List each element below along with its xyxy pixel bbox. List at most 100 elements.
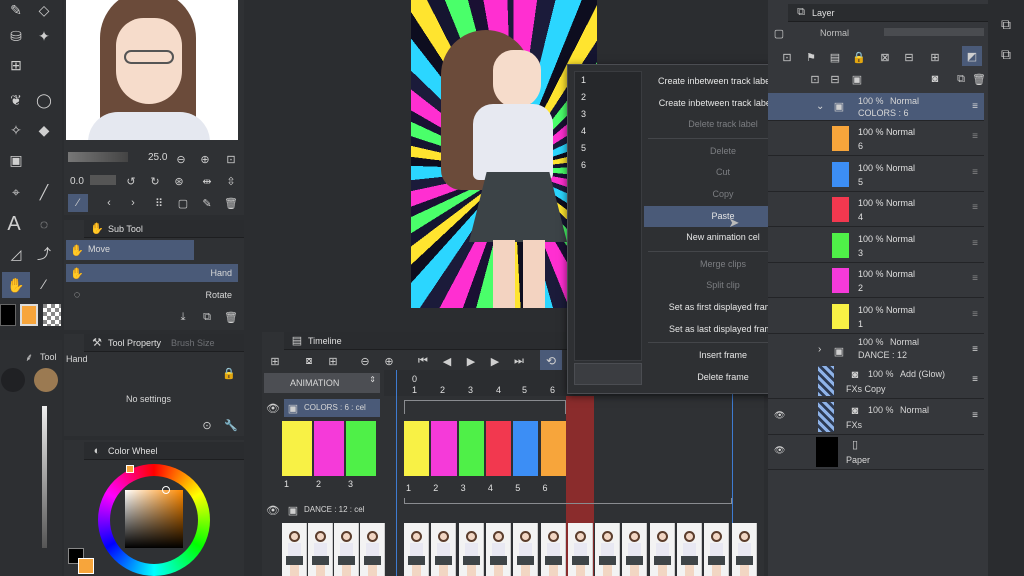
dance-cel-thumbnail[interactable] [704,523,730,576]
hand-icon[interactable]: ✋ [2,272,30,298]
color-cel[interactable] [346,421,376,476]
zoom-slider[interactable] [68,152,128,162]
reference-icon[interactable]: ⚑ [804,50,818,64]
color-cel[interactable] [314,421,344,476]
chevron-right-icon[interactable]: › [818,344,821,355]
next-frame-icon[interactable]: ▶ [488,354,502,368]
loop-icon[interactable]: ⟲ [540,350,562,372]
new-mask-icon[interactable]: ◙ [928,72,942,86]
wrench-icon[interactable]: 🔧 [224,418,238,432]
dance-track-header[interactable]: 👁 ▣ DANCE : 12 : cel [262,500,384,520]
flip-h-icon[interactable]: ⇹ [200,174,214,188]
new-folder-icon[interactable]: ▣ [850,72,864,86]
square-icon[interactable]: ▣ [6,150,26,170]
zoom-out-timeline-icon[interactable]: ⊖ [358,354,372,368]
pen-icon[interactable]: ✎ [6,0,26,20]
sub-tool-group[interactable]: ✋ Move [66,240,194,260]
track-label-input[interactable] [574,363,642,385]
menu-icon[interactable]: ≡ [972,374,978,385]
magic-wand-icon[interactable]: ✧ [6,120,26,140]
select-icon[interactable]: ⌖ [6,182,26,202]
layer-color-1[interactable]: 100 % Normal 1 ≡ [768,298,984,334]
layer-property-icon[interactable]: ▢ [772,26,786,40]
sub-tool-item-hand[interactable]: ✋ Hand [66,264,238,282]
lock-icon[interactable]: 🔒 [222,366,236,380]
color-cel[interactable] [458,421,484,476]
delete-layer-icon[interactable]: 🗑 [972,72,986,86]
dance-cel-thumbnail[interactable] [360,523,385,576]
dance-cel-thumbnail[interactable] [595,523,621,576]
clip-icon[interactable]: ⊡ [780,50,794,64]
brush-dot-dark[interactable] [1,368,25,392]
eye-icon[interactable]: 👁 [266,401,280,415]
copy-icon[interactable]: ⧉ [200,310,214,324]
layer-color-2[interactable]: 100 % Normal 2 ≡ [768,263,984,298]
pipette-icon[interactable]: ⤴ [34,244,54,264]
layer-color-5[interactable]: 100 % Normal 5 ≡ [768,156,984,192]
new-raster-icon[interactable]: ⊡ [808,72,822,86]
drops-icon[interactable]: ❦ [6,90,26,110]
layer-property-tab-icon[interactable]: ⧉ [996,14,1016,34]
ruler-icon[interactable]: ◿ [6,244,26,264]
dance-cel-thumbnail[interactable] [334,523,359,576]
blend-mode-select[interactable]: Normal [820,28,849,38]
brush-dot-tan[interactable] [34,368,58,392]
layer-paper[interactable]: 👁 ▯ Paper [768,435,984,470]
balloon-icon[interactable]: ◌ [34,214,54,234]
text-icon[interactable]: A [4,213,24,235]
track-label-item[interactable]: 4 [575,123,641,140]
zoom-in-icon[interactable]: ⊕ [198,152,212,166]
track-label-item[interactable]: 1 [575,72,641,89]
dance-cel-thumbnail[interactable] [431,523,457,576]
dance-cel-thumbnail[interactable] [540,523,566,576]
menu-icon[interactable]: ≡ [972,309,978,320]
layer-color-4[interactable]: 100 % Normal 4 ≡ [768,192,984,227]
merge-icon[interactable]: ⧉ [954,72,968,86]
sub-color-swatch[interactable] [20,304,38,326]
chevron-down-icon[interactable]: ⌄ [816,101,824,112]
trash-icon[interactable]: 🗑 [224,196,238,210]
dance-cel-thumbnail[interactable] [649,523,675,576]
cel-add-icon[interactable]: ⊞ [326,354,340,368]
eye-icon[interactable]: 👁 [774,410,785,421]
dance-cel-thumbnail[interactable] [282,523,307,576]
main-color-swatch[interactable] [0,304,16,326]
prev-frame-icon[interactable]: ◀ [440,354,454,368]
dance-cel-thumbnail[interactable] [485,523,511,576]
eyedropper-icon[interactable]: ⁄ [34,274,54,294]
eye-icon[interactable]: 👁 [266,503,280,517]
delete-icon[interactable]: 🗑 [224,310,238,324]
track-label-item[interactable]: 6 [575,157,641,174]
color-cel[interactable] [404,421,430,476]
dance-cel-thumbnail[interactable] [308,523,333,576]
color-cel[interactable] [485,421,512,476]
eyedropper-small-icon[interactable]: ⁄ [68,194,88,212]
layer-color-6[interactable]: 100 % Normal 6 ≡ [768,121,984,156]
color-cel[interactable] [513,421,539,476]
menu-icon[interactable]: ≡ [972,273,978,284]
dance-cel-thumbnail[interactable] [404,523,429,576]
last-frame-icon[interactable]: ⏭ [512,354,526,368]
color-layer-icon[interactable]: ◩ [962,46,982,66]
dance-cel-thumbnail[interactable] [731,523,757,576]
frame-icon[interactable]: ▢ [176,196,190,210]
menu-icon[interactable]: ≡ [972,131,978,142]
layer-fx-copy[interactable]: ◙ 100 % Add (Glow) FXs Copy ≡ [768,364,984,399]
menu-icon[interactable]: ≡ [972,101,978,112]
flip-v-icon[interactable]: ⇳ [224,174,238,188]
sub-color-small[interactable] [78,558,94,574]
menu-icon[interactable]: ≡ [972,410,978,421]
line-icon[interactable]: ╱ [34,182,54,202]
rotate-slider[interactable] [90,175,116,185]
dance-cel-thumbnail[interactable] [622,523,648,576]
new-timeline-icon[interactable]: ⊞ [268,354,282,368]
rotate-right-icon[interactable]: ↻ [148,174,162,188]
draft-icon[interactable]: ▤ [828,50,842,64]
bucket-icon[interactable]: ⛁ [6,26,26,46]
lasso-icon[interactable]: ◯ [34,90,54,110]
sub-tool-item-rotate[interactable]: ◌ Rotate [66,286,238,304]
colors-track-header[interactable]: 👁 ▣ COLORS : 6 : cel [262,398,384,418]
track-label-item[interactable]: 5 [575,140,641,157]
new-vector-icon[interactable]: ⊟ [828,72,842,86]
dance-cel-thumbnail[interactable] [677,523,702,576]
